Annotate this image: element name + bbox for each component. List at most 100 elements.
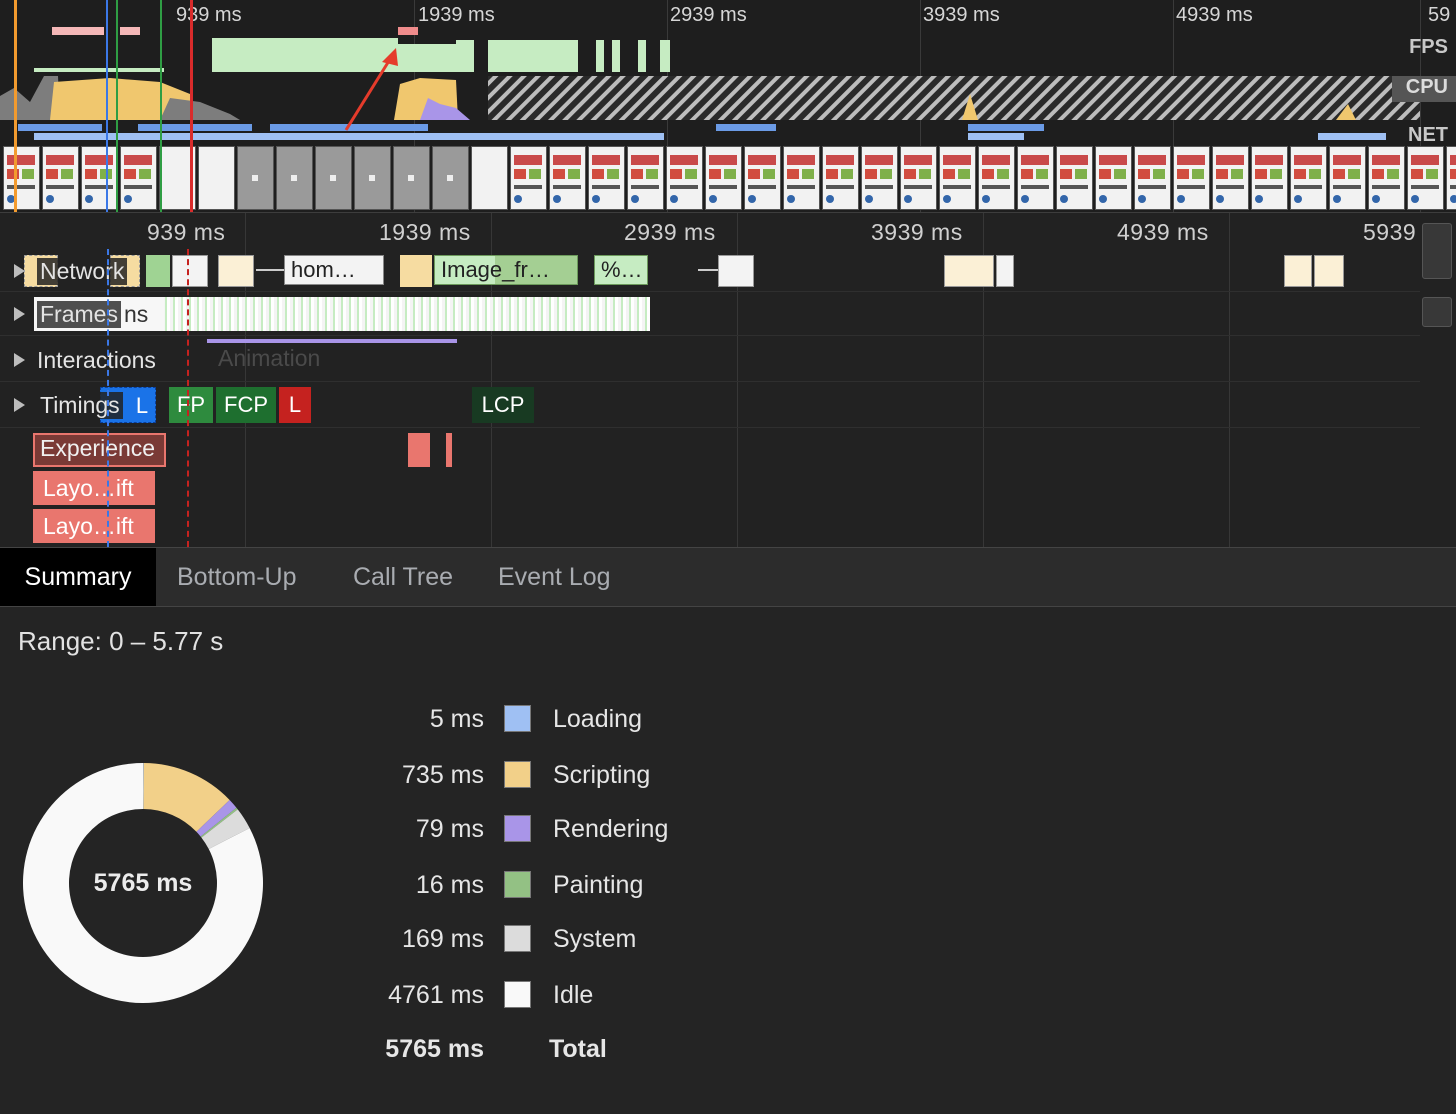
- expand-arrow-icon[interactable]: [14, 264, 25, 278]
- layout-shift-label: Layo…ift: [43, 475, 134, 501]
- network-request[interactable]: [400, 255, 432, 287]
- track-network[interactable]: Network: [14, 255, 128, 287]
- flame-chart[interactable]: 939 ms 1939 ms 2939 ms 3939 ms 4939 ms 5…: [0, 212, 1456, 547]
- overview-tick-label: 59: [1428, 4, 1451, 26]
- filmstrip-frame: [666, 146, 703, 210]
- track-frames[interactable]: Frames: [14, 297, 121, 331]
- main-gridline: [1229, 213, 1230, 547]
- legend-swatch: [504, 871, 531, 898]
- legend-label: Loading: [553, 705, 642, 733]
- expand-arrow-icon[interactable]: [14, 398, 25, 412]
- animation-label: Animation: [218, 345, 321, 371]
- network-request[interactable]: [996, 255, 1014, 287]
- legend-row-total: 5765 ms Total: [284, 1033, 684, 1065]
- net-request-bar: [18, 124, 102, 131]
- tab-event-log[interactable]: Event Log: [498, 548, 611, 606]
- fps-dropped-frame: [120, 27, 140, 35]
- network-request[interactable]: [172, 255, 208, 287]
- filmstrip-frame: [978, 146, 1015, 210]
- expand-arrow-icon[interactable]: [14, 307, 25, 321]
- main-tick-label: 1939 ms: [379, 219, 471, 245]
- timeline-overview[interactable]: 939 ms 1939 ms 2939 ms 3939 ms 4939 ms 5…: [0, 0, 1456, 212]
- network-request[interactable]: [218, 255, 254, 287]
- layout-shift-item[interactable]: Layo…ift: [33, 471, 155, 505]
- tab-call-tree[interactable]: Call Tree: [353, 548, 453, 606]
- selection-start-marker[interactable]: [14, 0, 17, 212]
- layout-shift-label: Layo…ift: [43, 513, 134, 539]
- main-tick-label: 3939 ms: [871, 219, 963, 245]
- legend-label: Painting: [553, 871, 644, 899]
- filmstrip-frame: [939, 146, 976, 210]
- fp-marker: [116, 0, 118, 212]
- network-request-label: Image_fr…: [441, 257, 550, 282]
- filmstrip-frame: [1017, 146, 1054, 210]
- net-request-bar: [968, 124, 1044, 131]
- legend-swatch: [504, 705, 531, 732]
- overview-tick-label: 4939 ms: [1176, 4, 1253, 26]
- frames-overlap-text: ns: [124, 301, 149, 327]
- filmstrip-frame: [1368, 146, 1405, 210]
- overview-tick-label: 2939 ms: [670, 4, 747, 26]
- legend-value: 735 ms: [402, 761, 484, 789]
- scrollbar-thumb[interactable]: [1422, 297, 1452, 327]
- legend-label: System: [553, 925, 637, 953]
- network-request[interactable]: [1314, 255, 1344, 287]
- main-tick-label: 4939 ms: [1117, 219, 1209, 245]
- legend-row-scripting: 735 ms Scripting: [284, 759, 684, 791]
- network-request-label: hom…: [291, 257, 356, 282]
- network-request-image[interactable]: Image_fr…: [434, 255, 578, 285]
- network-request[interactable]: [146, 255, 170, 287]
- load-marker: [190, 0, 193, 212]
- filmstrip-frame: [81, 146, 118, 210]
- filmstrip-frame: [315, 146, 352, 210]
- track-interactions[interactable]: Interactions: [14, 343, 156, 377]
- fps-dropped-frame: [398, 27, 418, 35]
- legend-row-loading: 5 ms Loading: [284, 703, 684, 735]
- network-request-home[interactable]: hom…: [284, 255, 384, 285]
- track-separator: [0, 427, 1420, 428]
- legend-row-rendering: 79 ms Rendering: [284, 813, 684, 845]
- filmstrip-frame: [1134, 146, 1171, 210]
- fps-lane-label: FPS: [1409, 36, 1448, 58]
- legend-swatch: [504, 815, 531, 842]
- filmstrip-frame: [432, 146, 469, 210]
- tab-bottom-up[interactable]: Bottom-Up: [177, 548, 296, 606]
- track-separator: [0, 291, 1420, 292]
- fps-bar: [456, 40, 474, 72]
- legend-label: Idle: [553, 981, 594, 1009]
- expand-arrow-icon[interactable]: [14, 353, 25, 367]
- dcl-marker-line: [107, 249, 109, 547]
- net-lane-label: NET: [1408, 124, 1448, 146]
- fcp-marker: [160, 0, 162, 212]
- timing-lcp[interactable]: LCP: [472, 387, 534, 423]
- legend-total-value: 5765 ms: [385, 1035, 484, 1063]
- network-request[interactable]: [718, 255, 754, 287]
- timing-fcp-label: FCP: [224, 392, 268, 417]
- tab-summary[interactable]: Summary: [0, 548, 156, 606]
- layout-shift-marker[interactable]: [408, 433, 430, 467]
- filmstrip-frame: [393, 146, 430, 210]
- cpu-lane-label: CPU: [1405, 76, 1448, 98]
- layout-shift-marker[interactable]: [446, 433, 452, 467]
- animation-bar[interactable]: [207, 339, 457, 343]
- load-marker-line: [187, 249, 189, 547]
- scrollbar-thumb[interactable]: [1422, 223, 1452, 279]
- network-request-wait: [698, 269, 718, 271]
- network-request-percent[interactable]: %…: [594, 255, 648, 285]
- network-request[interactable]: [944, 255, 994, 287]
- track-separator: [0, 381, 1420, 382]
- timing-fp[interactable]: FP: [169, 387, 213, 423]
- timing-fcp[interactable]: FCP: [216, 387, 276, 423]
- layout-shift-item[interactable]: Layo…ift: [33, 509, 155, 543]
- legend-label: Scripting: [553, 761, 651, 789]
- legend-swatch: [504, 981, 531, 1008]
- filmstrip-frame: [1212, 146, 1249, 210]
- timing-load[interactable]: L: [279, 387, 311, 423]
- main-tick-label: 2939 ms: [624, 219, 716, 245]
- filmstrip-frame: [1290, 146, 1327, 210]
- track-label: Timings: [37, 391, 123, 419]
- filmstrip-frame: [588, 146, 625, 210]
- filmstrip-frame: [1329, 146, 1366, 210]
- timing-dcl-label: L: [135, 393, 149, 418]
- network-request[interactable]: [1284, 255, 1312, 287]
